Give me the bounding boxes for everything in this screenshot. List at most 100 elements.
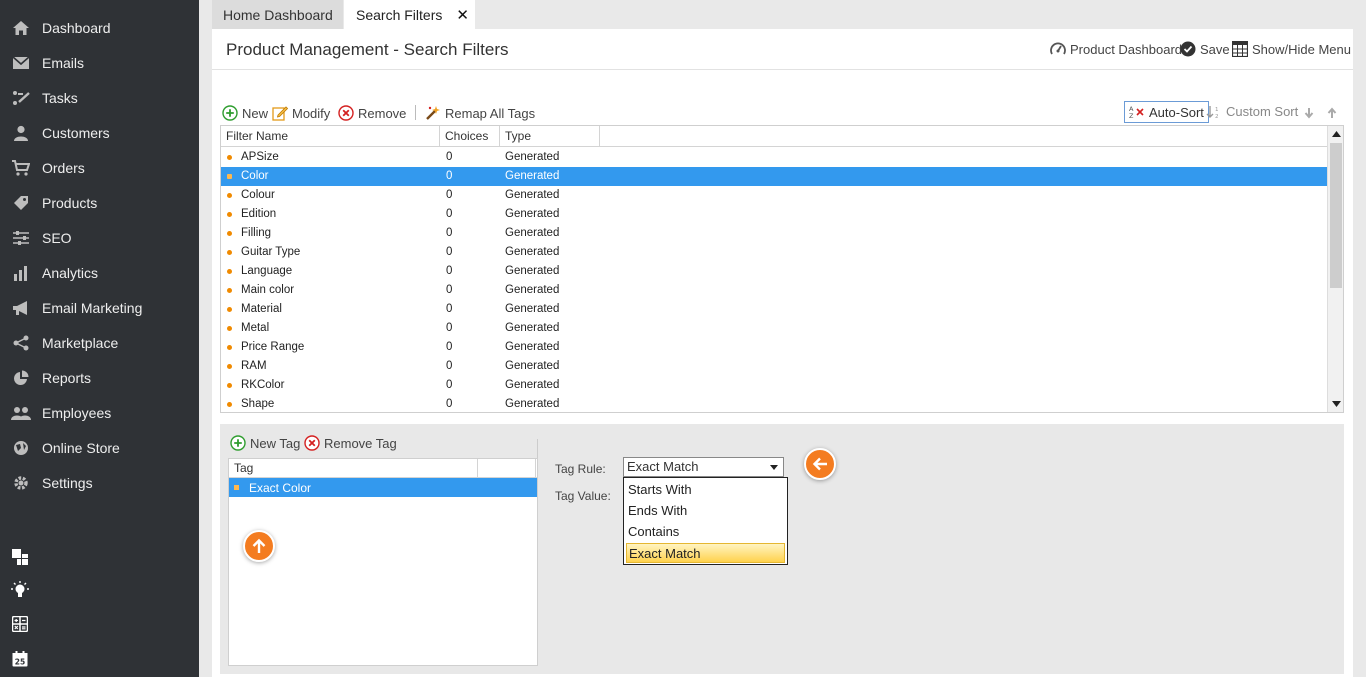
sidebar-item-label: SEO xyxy=(42,229,72,246)
modify-filter-button[interactable]: Modify xyxy=(272,104,330,122)
cell-filter-name: Guitar Type xyxy=(241,246,301,258)
sidebar-item-marketplace[interactable]: Marketplace xyxy=(0,325,199,360)
row-bullet-icon xyxy=(227,345,232,350)
cell-filter-name: Language xyxy=(241,265,293,277)
column-header-extra[interactable] xyxy=(478,459,536,478)
row-bullet-icon xyxy=(227,231,232,236)
sidebar-item-customers[interactable]: Customers xyxy=(0,115,199,150)
table-row[interactable]: Shape 0 Generated xyxy=(221,395,1327,412)
row-bullet-icon xyxy=(227,364,232,369)
sidebar-item-orders[interactable]: Orders xyxy=(0,150,199,185)
table-row[interactable]: RAM 0 Generated xyxy=(221,357,1327,376)
cell-type: Generated xyxy=(505,303,560,315)
sidebar-item-analytics[interactable]: Analytics xyxy=(0,255,199,290)
remove-filter-button[interactable]: Remove xyxy=(338,104,406,122)
remove-tag-button[interactable]: Remove Tag xyxy=(304,435,397,451)
scroll-thumb[interactable] xyxy=(1330,143,1342,288)
pencil-icon xyxy=(272,105,288,121)
cell-filter-name: RKColor xyxy=(241,379,285,391)
table-row[interactable]: Color 0 Generated xyxy=(221,167,1327,186)
cell-type: Generated xyxy=(505,360,560,372)
sidebar-item-label: Reports xyxy=(42,369,92,386)
move-down-button[interactable] xyxy=(1301,104,1321,122)
move-up-button[interactable] xyxy=(1324,104,1344,122)
tab-home-dashboard[interactable]: Home Dashboard xyxy=(212,0,343,29)
calendar-day: 25 xyxy=(15,658,25,667)
sidebar-item-products[interactable]: Products xyxy=(0,185,199,220)
tag-rule-value: Exact Match xyxy=(627,459,699,474)
table-row[interactable]: APSize 0 Generated xyxy=(221,148,1327,167)
toolbar-label: New xyxy=(242,105,269,121)
cell-filter-name: Shape xyxy=(241,398,275,410)
option-ends-with[interactable]: Ends With xyxy=(626,501,785,521)
column-header-type[interactable]: Type xyxy=(500,126,600,147)
remap-all-tags-button[interactable]: Remap All Tags xyxy=(425,104,535,122)
row-bullet-icon xyxy=(227,288,232,293)
sidebar-item-label: Customers xyxy=(42,124,110,141)
lightbulb-icon[interactable] xyxy=(10,580,30,600)
sidebar-item-seo[interactable]: SEO xyxy=(0,220,199,255)
tag-rule-select[interactable]: Exact Match xyxy=(623,457,784,477)
product-dashboard-button[interactable]: Product Dashboard xyxy=(1050,41,1182,57)
tag-name: Exact Color xyxy=(249,481,312,495)
tab-search-filters[interactable]: Search Filters ✕ xyxy=(344,0,475,29)
show-hide-menu-button[interactable]: Show/Hide Menu xyxy=(1232,41,1351,57)
sidebar-item-email-marketing[interactable]: Email Marketing xyxy=(0,290,199,325)
sidebar-item-label: Email Marketing xyxy=(42,299,143,316)
scroll-up-arrow-icon[interactable] xyxy=(1328,126,1343,142)
new-tag-button[interactable]: New Tag xyxy=(230,435,300,451)
sidebar-item-online-store[interactable]: Online Store xyxy=(0,430,199,465)
vertical-scrollbar[interactable] xyxy=(1327,126,1343,412)
auto-sort-icon: AZ xyxy=(1129,105,1145,119)
column-header-choices[interactable]: Choices xyxy=(440,126,500,147)
sidebar-item-dashboard[interactable]: Dashboard xyxy=(0,10,199,45)
sidebar-item-settings[interactable]: Settings xyxy=(0,465,199,500)
sidebar-item-employees[interactable]: Employees xyxy=(0,395,199,430)
new-filter-button[interactable]: New xyxy=(222,104,268,122)
cart-icon xyxy=(11,158,31,178)
column-header-tag[interactable]: Tag xyxy=(229,459,478,478)
option-starts-with[interactable]: Starts With xyxy=(626,480,785,500)
table-row[interactable]: Language 0 Generated xyxy=(221,262,1327,281)
calendar-icon[interactable]: 25 xyxy=(10,649,30,669)
globe-icon xyxy=(11,438,31,458)
tab-bar: Home Dashboard Search Filters ✕ xyxy=(199,0,1366,29)
sidebar-item-tasks[interactable]: Tasks xyxy=(0,80,199,115)
plus-circle-icon xyxy=(230,435,246,451)
row-bullet-icon xyxy=(227,250,232,255)
sidebar-item-emails[interactable]: Emails xyxy=(0,45,199,80)
table-row[interactable]: RKColor 0 Generated xyxy=(221,376,1327,395)
tag-row[interactable]: Exact Color xyxy=(229,478,537,497)
table-row[interactable]: Colour 0 Generated xyxy=(221,186,1327,205)
gear-icon xyxy=(11,473,31,493)
auto-sort-toggle[interactable]: AZ Auto-Sort xyxy=(1124,101,1209,123)
toolbar-label: Custom Sort xyxy=(1226,104,1299,119)
calculator-icon[interactable] xyxy=(10,614,30,634)
check-circle-icon xyxy=(1180,41,1196,57)
tag-bullet-icon xyxy=(234,485,239,490)
table-row[interactable]: Filling 0 Generated xyxy=(221,224,1327,243)
option-exact-match[interactable]: Exact Match xyxy=(626,543,785,563)
custom-sort-button[interactable]: 12 Custom Sort xyxy=(1206,104,1298,119)
column-header-filter-name[interactable]: Filter Name xyxy=(221,126,440,147)
sidebar-item-reports[interactable]: Reports xyxy=(0,360,199,395)
table-row[interactable]: Guitar Type 0 Generated xyxy=(221,243,1327,262)
main-panel: Product Management - Search Filters Prod… xyxy=(212,29,1353,677)
table-row[interactable]: Edition 0 Generated xyxy=(221,205,1327,224)
option-contains[interactable]: Contains xyxy=(626,522,785,542)
save-button[interactable]: Save xyxy=(1180,41,1230,57)
cell-type: Generated xyxy=(505,341,560,353)
layout-icon[interactable] xyxy=(10,547,30,567)
cell-type: Generated xyxy=(505,246,560,258)
table-row[interactable]: Price Range 0 Generated xyxy=(221,338,1327,357)
close-icon[interactable]: ✕ xyxy=(456,6,469,24)
table-row[interactable]: Material 0 Generated xyxy=(221,300,1327,319)
table-row[interactable]: Main color 0 Generated xyxy=(221,281,1327,300)
scroll-down-arrow-icon[interactable] xyxy=(1328,396,1343,412)
toolbar-label: Remap All Tags xyxy=(445,105,536,121)
tag-editor-panel: New Tag Remove Tag Tag Exact Color Tag R… xyxy=(220,424,1344,674)
grid-header: Filter Name Choices Type xyxy=(221,126,1327,147)
chevron-down-icon[interactable] xyxy=(767,460,781,474)
megaphone-icon xyxy=(11,298,31,318)
table-row[interactable]: Metal 0 Generated xyxy=(221,319,1327,338)
